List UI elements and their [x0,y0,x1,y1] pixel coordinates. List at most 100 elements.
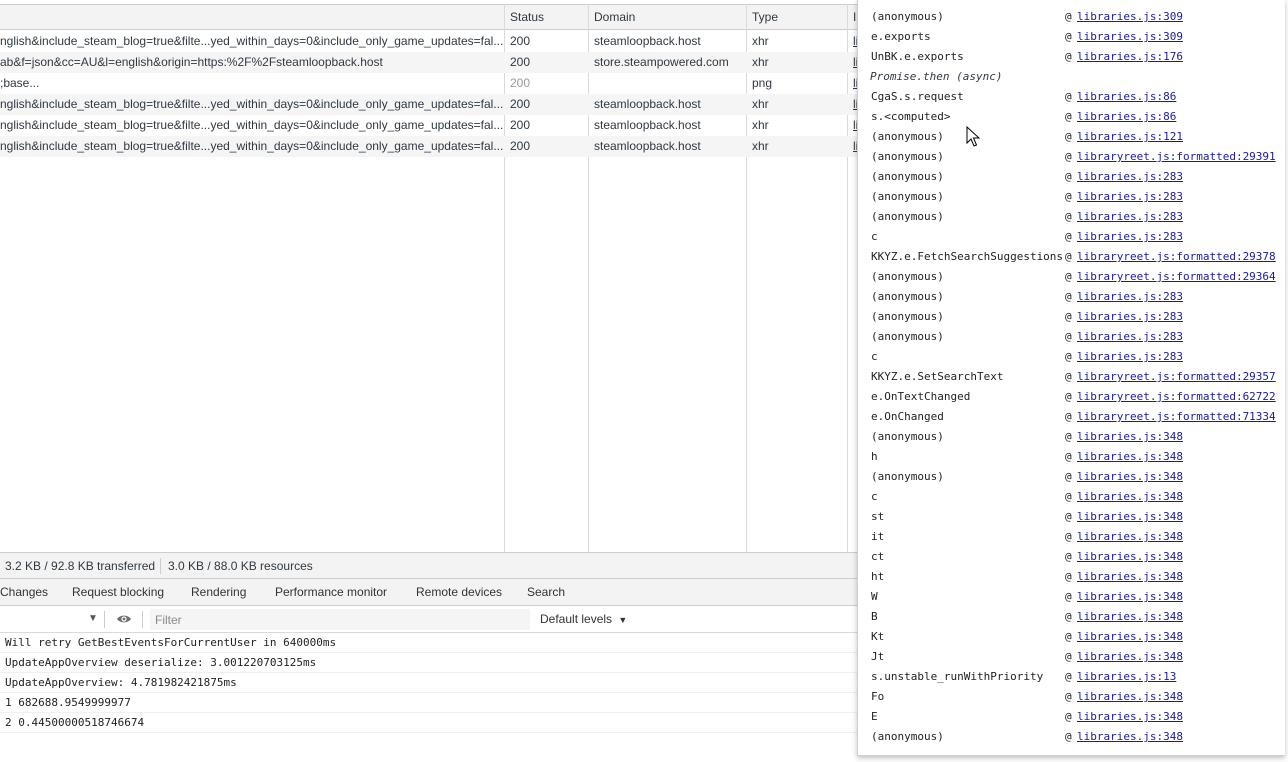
at-symbol: @ [1065,190,1072,203]
log-levels-label: Default levels [540,612,613,626]
source-location-link[interactable]: libraryreet.js:formatted:71334 [1077,407,1276,427]
source-location-link[interactable]: libraries.js:121 [1077,127,1183,147]
source-location-link[interactable]: libraries.js:348 [1077,687,1183,707]
stack-frame: (anonymous) @ libraries.js:121 [858,127,1285,147]
network-panel: Status Domain Type I nglish&include_stea… [0,0,858,552]
network-table-header: Status Domain Type I [0,4,858,30]
tab-search[interactable]: Search [527,579,565,606]
source-location-link[interactable]: libraries.js:348 [1077,727,1183,747]
source-location-link[interactable]: libraryreet.js:formatted:29364 [1077,267,1276,287]
console-filter-input[interactable] [150,609,530,630]
network-request-row[interactable]: nglish&include_steam_blog=true&filte...y… [0,94,858,115]
function-name: st [871,510,885,523]
request-domain-cell: steamloopback.host [594,118,701,132]
function-name: (anonymous) [871,330,944,343]
source-location-link[interactable]: libraries.js:348 [1077,647,1183,667]
source-location-link[interactable]: libraries.js:348 [1077,527,1183,547]
source-location-link[interactable]: libraryreet.js:formatted:29391 [1077,147,1276,167]
source-location-link[interactable]: libraries.js:13 [1077,667,1176,687]
source-location-link[interactable]: libraryreet.js:formatted:62722 [1077,387,1276,407]
at-symbol: @ [1065,210,1072,223]
source-location-link[interactable]: libraries.js:176 [1077,47,1183,67]
tab-request-blocking[interactable]: Request blocking [72,579,164,606]
tab-remote-devices[interactable]: Remote devices [416,579,502,606]
stack-frame: (anonymous) @ libraries.js:348 [858,727,1285,747]
source-location-link[interactable]: libraries.js:348 [1077,567,1183,587]
source-location-link[interactable]: libraries.js:283 [1077,227,1183,247]
source-location-link[interactable]: libraries.js:348 [1077,507,1183,527]
function-name: ht [871,570,885,583]
stack-frame: E @ libraries.js:348 [858,707,1285,727]
source-location-link[interactable]: libraries.js:348 [1077,427,1183,447]
source-location-link[interactable]: libraries.js:348 [1077,627,1183,647]
at-symbol: @ [1065,290,1072,303]
at-symbol: @ [1065,330,1072,343]
source-location-link[interactable]: libraries.js:348 [1077,587,1183,607]
column-header-status[interactable]: Status [505,5,589,29]
function-name: (anonymous) [871,310,944,323]
tab-rendering[interactable]: Rendering [191,579,246,606]
request-type-cell: xhr [752,139,769,153]
at-symbol: @ [1065,350,1072,363]
function-name: KKYZ.e.SetSearchText [871,370,1004,383]
stack-frame: (anonymous) @ libraryreet.js:formatted:293… [858,267,1285,287]
at-symbol: @ [1065,490,1072,503]
source-location-link[interactable]: libraries.js:283 [1077,287,1183,307]
source-location-link[interactable]: libraries.js:348 [1077,467,1183,487]
source-location-link[interactable]: libraries.js:283 [1077,307,1183,327]
request-type-cell: xhr [752,55,769,69]
network-request-row[interactable]: nglish&include_steam_blog=true&filte...y… [0,115,858,136]
source-location-link[interactable]: libraries.js:309 [1077,7,1183,27]
console-message: 1 682688.9549999977 [0,693,858,713]
function-name: (anonymous) [871,150,944,163]
source-location-link[interactable]: libraries.js:309 [1077,27,1183,47]
source-location-link[interactable]: libraries.js:86 [1077,107,1176,127]
source-location-link[interactable]: libraries.js:283 [1077,187,1183,207]
function-name: Fo [871,690,885,703]
stack-frame: UnBK.e.exports @ libraries.js:176 [858,47,1285,67]
stack-frame: e.OnTextChanged @ libraryreet.js:formatted… [858,387,1285,407]
at-symbol: @ [1065,130,1072,143]
source-location-link[interactable]: libraryreet.js:formatted:29357 [1077,367,1276,387]
stack-frame: c @ libraries.js:283 [858,347,1285,367]
column-header-type[interactable]: Type [747,5,847,29]
log-levels-dropdown[interactable]: Default levels ▼ [540,606,627,633]
at-symbol: @ [1065,470,1072,483]
source-location-link[interactable]: libraryreet.js:formatted:29378 [1077,247,1276,267]
column-header-domain[interactable]: Domain [589,5,747,29]
stack-frame: (anonymous) @ libraries.js:348 [858,467,1285,487]
at-symbol: @ [1065,230,1072,243]
source-location-link[interactable]: libraries.js:283 [1077,327,1183,347]
request-domain-cell: store.steampowered.com [594,55,729,69]
source-location-link[interactable]: libraries.js:348 [1077,607,1183,627]
stack-frame: ct @ libraries.js:348 [858,547,1285,567]
source-location-link[interactable]: libraries.js:348 [1077,447,1183,467]
source-location-link[interactable]: libraries.js:348 [1077,547,1183,567]
source-location-link[interactable]: libraries.js:348 [1077,487,1183,507]
tab-performance-monitor[interactable]: Performance monitor [275,579,387,606]
function-name: (anonymous) [871,290,944,303]
source-location-link[interactable]: libraries.js:283 [1077,167,1183,187]
function-name: c [871,490,878,503]
network-request-row[interactable]: nglish&include_steam_blog=true&filte...y… [0,136,858,157]
stack-frame: st @ libraries.js:348 [858,507,1285,527]
source-location-link[interactable]: libraries.js:283 [1077,207,1183,227]
source-location-link[interactable]: libraries.js:283 [1077,347,1183,367]
context-dropdown-arrow-icon[interactable]: ▼ [88,613,98,624]
eye-icon[interactable] [116,614,132,624]
stack-frame: (anonymous) @ libraries.js:283 [858,167,1285,187]
network-request-row[interactable]: ab&f=json&cc=AU&l=english&origin=https:%… [0,52,858,73]
function-name: ct [871,550,885,563]
network-request-row[interactable]: ;base... 200 png li [0,73,858,94]
at-symbol: @ [1065,610,1072,623]
stack-frame: e.OnChanged @ libraryreet.js:formatted:713… [858,407,1285,427]
stack-frame: (anonymous) @ libraries.js:283 [858,307,1285,327]
source-location-link[interactable]: libraries.js:86 [1077,87,1176,107]
network-request-row[interactable]: nglish&include_steam_blog=true&filte...y… [0,31,858,52]
source-location-link[interactable]: libraries.js:348 [1077,707,1183,727]
at-symbol: @ [1065,170,1072,183]
stack-frame: s.unstable_runWithPriority @ libraries.js:… [858,667,1285,687]
at-symbol: @ [1065,410,1072,423]
tab-changes[interactable]: Changes [0,579,48,606]
function-name: e.OnChanged [871,410,944,423]
